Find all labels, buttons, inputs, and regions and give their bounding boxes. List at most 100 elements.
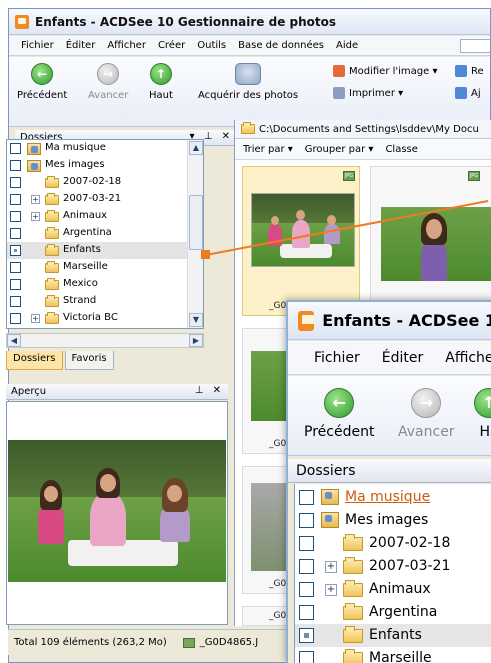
panel-controls[interactable]: ⊥ ✕ bbox=[195, 385, 224, 396]
app-icon bbox=[298, 310, 315, 331]
scroll-thumb[interactable] bbox=[189, 195, 203, 250]
tree-checkbox[interactable] bbox=[299, 536, 314, 551]
tree-checkbox[interactable] bbox=[10, 245, 21, 256]
tree-checkbox[interactable] bbox=[10, 262, 21, 273]
folder-icon bbox=[343, 534, 363, 551]
thumbnail-selected[interactable]: JPG _G0D bbox=[242, 166, 360, 316]
zoom-tree-item-mes-images[interactable]: Mes images bbox=[295, 509, 491, 532]
thumbnail[interactable]: JPG bbox=[370, 166, 491, 316]
expand-icon[interactable]: + bbox=[31, 314, 40, 323]
tree-checkbox[interactable] bbox=[10, 279, 21, 290]
zoom-tree-item-2007-02-18[interactable]: 2007-02-18 bbox=[295, 532, 491, 555]
tree-item-argentina[interactable]: Argentina bbox=[7, 225, 203, 242]
tree-item-animaux[interactable]: + Animaux bbox=[7, 208, 203, 225]
tree-item-mexico[interactable]: Mexico bbox=[7, 276, 203, 293]
tree-checkbox[interactable] bbox=[10, 177, 21, 188]
tree-item-victoria-bc[interactable]: + Victoria BC bbox=[7, 310, 203, 327]
tree-checkbox[interactable] bbox=[10, 228, 21, 239]
group-button[interactable]: Grouper par ▾ bbox=[305, 144, 374, 155]
tree-checkbox[interactable] bbox=[10, 211, 21, 222]
zoom-tree-item-argentina[interactable]: Argentina bbox=[295, 601, 491, 624]
tree-checkbox[interactable] bbox=[299, 605, 314, 620]
menu-base-de-donnees[interactable]: Base de données bbox=[238, 40, 324, 51]
tree-checkbox[interactable] bbox=[299, 628, 314, 643]
tree-checkbox[interactable] bbox=[10, 313, 21, 324]
tree-checkbox[interactable] bbox=[299, 559, 314, 574]
arrow-left-icon: ← bbox=[31, 63, 54, 85]
zoom-window-title: Enfants - ACDSee 1 bbox=[322, 311, 491, 330]
scroll-left-icon[interactable]: ◀ bbox=[7, 334, 21, 347]
modify-image-button[interactable]: Modifier l'image ▾ bbox=[333, 65, 438, 77]
tab-dossiers[interactable]: Dossiers bbox=[6, 351, 63, 370]
menu-outils[interactable]: Outils bbox=[197, 40, 226, 51]
tree-item-2007-03-21[interactable]: + 2007-03-21 bbox=[7, 191, 203, 208]
music-folder-icon bbox=[27, 143, 41, 155]
folder-icon bbox=[343, 580, 363, 597]
thumbnail-photo bbox=[251, 193, 355, 267]
tree-checkbox[interactable] bbox=[10, 160, 21, 171]
thumbnail[interactable]: _G0D bbox=[242, 606, 293, 626]
classify-button[interactable]: Classe bbox=[385, 144, 417, 155]
scroll-up-icon[interactable]: ▲ bbox=[189, 141, 203, 155]
tree-item-strand[interactable]: Strand bbox=[7, 293, 203, 310]
aj-button[interactable]: Aj bbox=[455, 87, 481, 99]
tree-horizontal-scrollbar[interactable]: ◀ ▶ bbox=[6, 333, 204, 348]
toolbar: ← Précédent → Avancer ↑ Haut Acquérir de… bbox=[9, 57, 490, 127]
zoom-tree-item-2007-03-21[interactable]: + 2007-03-21 bbox=[295, 555, 491, 578]
acquire-button[interactable]: Acquérir des photos bbox=[198, 63, 298, 101]
print-button[interactable]: Imprimer ▾ bbox=[333, 87, 403, 99]
zoom-title-bar: Enfants - ACDSee 1 bbox=[288, 302, 491, 340]
scroll-right-icon[interactable]: ▶ bbox=[189, 334, 203, 347]
menu-fichier[interactable]: Fichier bbox=[21, 40, 54, 51]
zoom-tree-item-enfants[interactable]: Enfants bbox=[295, 624, 491, 647]
expand-icon[interactable]: + bbox=[325, 584, 337, 596]
re-button[interactable]: Re bbox=[455, 65, 484, 77]
arrow-right-icon: → bbox=[411, 388, 442, 418]
up-button[interactable]: ↑ Haut bbox=[149, 63, 173, 101]
status-total: Total 109 éléments (263,2 Mo) bbox=[14, 637, 167, 648]
back-button[interactable]: ← Précédent bbox=[17, 63, 67, 101]
menu-editer[interactable]: Éditer bbox=[66, 40, 96, 51]
expand-icon[interactable]: + bbox=[325, 561, 337, 573]
menu-aide[interactable]: Aide bbox=[336, 40, 358, 51]
tree-item-mes-images[interactable]: Mes images bbox=[7, 157, 203, 174]
zoom-forward-button[interactable]: → Avancer bbox=[398, 388, 455, 440]
tree-checkbox[interactable] bbox=[299, 582, 314, 597]
tree-checkbox[interactable] bbox=[10, 194, 21, 205]
tree-item-marseille[interactable]: Marseille bbox=[7, 259, 203, 276]
path-bar[interactable]: C:\Documents and Settings\lsddev\My Docu bbox=[235, 120, 491, 139]
zoom-tree-item-ma-musique[interactable]: Ma musique bbox=[295, 486, 491, 509]
image-file-icon bbox=[182, 637, 195, 648]
tree-item-enfants[interactable]: Enfants bbox=[7, 242, 203, 259]
tree-checkbox[interactable] bbox=[299, 513, 314, 528]
folder-icon bbox=[45, 278, 59, 290]
zoom-menu-fichier[interactable]: Fichier bbox=[314, 350, 360, 366]
zoom-up-button[interactable]: ↑ Ha bbox=[474, 388, 491, 440]
tree-checkbox[interactable] bbox=[299, 490, 314, 505]
tree-checkbox[interactable] bbox=[10, 143, 21, 154]
tree-checkbox[interactable] bbox=[299, 651, 314, 663]
scroll-down-icon[interactable]: ▼ bbox=[189, 313, 203, 327]
forward-button[interactable]: → Avancer bbox=[88, 63, 128, 101]
expand-icon[interactable]: + bbox=[31, 212, 40, 221]
tree-checkbox[interactable] bbox=[10, 296, 21, 307]
tree-item-2007-02-18[interactable]: 2007-02-18 bbox=[7, 174, 203, 191]
tree-item-ma-musique[interactable]: Ma musique bbox=[7, 140, 203, 157]
thumbnail[interactable]: _G0D bbox=[242, 328, 293, 454]
menu-creer[interactable]: Créer bbox=[158, 40, 185, 51]
menu-afficher[interactable]: Afficher bbox=[107, 40, 146, 51]
zoom-tree-item-marseille[interactable]: Marseille bbox=[295, 647, 491, 663]
zoom-menu-afficher[interactable]: Affiche bbox=[445, 350, 491, 366]
preview-panel-title: Aperçu bbox=[11, 386, 47, 397]
expand-icon[interactable]: + bbox=[31, 195, 40, 204]
zoom-back-button[interactable]: ← Précédent bbox=[304, 388, 374, 440]
title-bar: Enfants - ACDSee 10 Gestionnaire de phot… bbox=[9, 9, 490, 35]
tree-vertical-scrollbar[interactable]: ▲ ▼ bbox=[187, 140, 203, 328]
tab-favoris[interactable]: Favoris bbox=[64, 351, 114, 370]
search-input[interactable] bbox=[460, 39, 490, 53]
thumbnail[interactable]: _G0D bbox=[242, 466, 293, 594]
jpg-badge-icon: JPG bbox=[468, 171, 480, 181]
zoom-tree-item-animaux[interactable]: + Animaux bbox=[295, 578, 491, 601]
sort-button[interactable]: Trier par ▾ bbox=[243, 144, 293, 155]
zoom-menu-editer[interactable]: Éditer bbox=[382, 350, 423, 366]
